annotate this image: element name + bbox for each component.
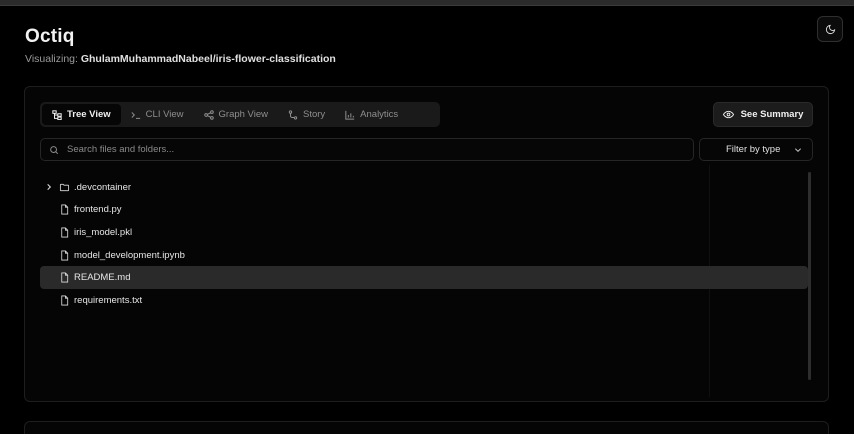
tab-label: Analytics [360, 109, 399, 120]
tree-icon [52, 109, 62, 120]
tree-row-label: README.md [74, 272, 131, 284]
tree-row-iris-model-pkl[interactable]: iris_model.pkl [40, 221, 808, 244]
chevron-down-icon [794, 147, 802, 152]
tree-row-devcontainer[interactable]: .devcontainer [40, 176, 808, 199]
filter-label: Filter by type [726, 144, 781, 155]
see-summary-label: See Summary [740, 109, 804, 120]
file-icon [61, 204, 69, 215]
tab-label: Graph View [218, 109, 268, 120]
tab-story[interactable]: Story [278, 104, 335, 125]
file-tree: .devcontainer frontend.py iris_model.pkl… [40, 176, 808, 312]
app-title: Octiq [25, 26, 75, 47]
file-icon [61, 295, 69, 306]
file-icon [61, 250, 69, 261]
file-icon [61, 272, 69, 283]
graph-icon [203, 109, 214, 120]
filter-by-type-select[interactable]: Filter by type [699, 138, 813, 161]
secondary-panel [24, 421, 829, 434]
tree-row-readme-md[interactable]: README.md [40, 266, 808, 289]
tree-row-frontend-py[interactable]: frontend.py [40, 199, 808, 222]
tab-label: Story [302, 109, 326, 120]
search-icon [50, 145, 59, 154]
tab-label: Tree View [67, 109, 111, 120]
tab-label: CLI View [145, 109, 184, 120]
tree-row-label: requirements.txt [74, 294, 143, 306]
tree-row-label: .devcontainer [74, 181, 132, 193]
window-top-bar [0, 0, 854, 6]
tree-row-label: frontend.py [74, 204, 122, 216]
theme-toggle-button[interactable] [817, 16, 843, 42]
moon-icon [825, 24, 835, 34]
story-icon [288, 109, 298, 120]
search-bar [40, 138, 694, 161]
tab-tree-view[interactable]: Tree View [42, 104, 121, 125]
tree-row-label: iris_model.pkl [74, 226, 133, 238]
tree-row-model-development-ipynb[interactable]: model_development.ipynb [40, 244, 808, 267]
search-input[interactable] [67, 144, 693, 155]
file-icon [61, 227, 69, 238]
tree-row-requirements-txt[interactable]: requirements.txt [40, 289, 808, 312]
chevron-right-icon[interactable] [45, 183, 53, 191]
visualizing-subtitle: Visualizing: GhulamMuhammadNabeel/iris-f… [25, 53, 336, 65]
subtitle-prefix: Visualizing: [25, 53, 78, 65]
tab-cli-view[interactable]: CLI View [121, 104, 194, 125]
terminal-icon [131, 111, 140, 119]
repo-name: GhulamMuhammadNabeel/iris-flower-classif… [80, 53, 336, 65]
tree-scrollbar[interactable] [808, 172, 811, 380]
folder-icon [59, 183, 70, 191]
view-tabs: Tree View CLI View Graph View Story Anal… [40, 102, 440, 127]
see-summary-button[interactable]: See Summary [713, 102, 813, 127]
chart-icon [345, 110, 355, 120]
tab-analytics[interactable]: Analytics [335, 104, 408, 125]
tree-row-label: model_development.ipynb [74, 249, 185, 261]
tab-graph-view[interactable]: Graph View [194, 104, 278, 125]
eye-icon [722, 110, 734, 119]
